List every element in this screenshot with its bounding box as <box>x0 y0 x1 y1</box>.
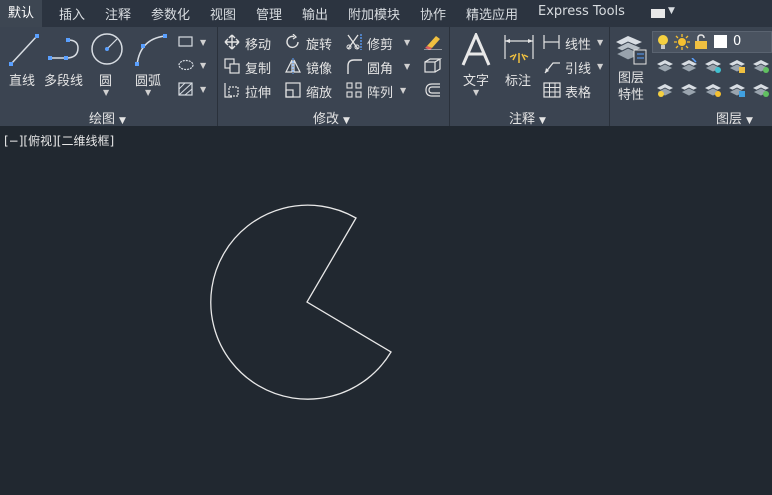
tab-parametric[interactable]: 参数化 <box>151 4 190 23</box>
dimension-icon[interactable] <box>502 33 536 67</box>
polyline-icon[interactable] <box>48 36 84 64</box>
text-button[interactable]: 文字 <box>463 70 489 89</box>
layers-panel-title[interactable]: 图层 ▼ <box>716 108 753 127</box>
drawing-canvas[interactable] <box>0 126 772 495</box>
ellipse-icon[interactable] <box>178 59 194 71</box>
tab-default[interactable]: 默认 <box>0 0 43 27</box>
layer-off-icon[interactable] <box>752 58 770 74</box>
text-dropdown-icon[interactable]: ▼ <box>473 88 479 97</box>
hatch-icon[interactable] <box>178 82 194 96</box>
ellipse-dropdown-icon[interactable]: ▼ <box>200 61 206 70</box>
layer-freeze-icon[interactable] <box>728 58 746 74</box>
arc-icon[interactable] <box>134 33 168 67</box>
line-button[interactable]: 直线 <box>9 70 35 89</box>
linear-dimension-icon <box>543 35 560 49</box>
array-button[interactable]: 阵列 <box>367 82 393 101</box>
drawn-sector-arc <box>210 204 392 400</box>
trim-dropdown-icon[interactable]: ▼ <box>404 38 410 47</box>
layer-thaw-icon[interactable] <box>680 82 698 98</box>
text-icon[interactable] <box>461 33 491 67</box>
modify-panel-title[interactable]: 修改 ▼ <box>313 108 350 127</box>
offset-icon[interactable] <box>424 82 442 98</box>
dimension-button[interactable]: 标注 <box>505 70 531 89</box>
array-dropdown-icon[interactable]: ▼ <box>400 86 406 95</box>
tab-addins[interactable]: 附加模块 <box>348 4 400 23</box>
layer-tool-icon[interactable] <box>656 58 674 74</box>
fillet-button[interactable]: 圆角 <box>367 58 393 77</box>
table-button[interactable]: 表格 <box>565 82 591 101</box>
unlock-icon[interactable] <box>694 34 708 50</box>
annotation-panel-title[interactable]: 注释 ▼ <box>509 108 546 127</box>
rectangle-icon[interactable] <box>178 36 194 48</box>
trim-icon <box>346 34 362 50</box>
leader-icon <box>544 62 560 74</box>
layer-dropdown[interactable] <box>652 31 772 53</box>
scale-button[interactable]: 缩放 <box>306 82 332 101</box>
line-icon[interactable] <box>8 32 40 68</box>
linear-dropdown-icon[interactable]: ▼ <box>597 38 603 47</box>
ribbon-tab-bar: 默认 插入 注释 参数化 视图 管理 输出 附加模块 协作 精选应用 Expre… <box>0 0 772 27</box>
stretch-button[interactable]: 拉伸 <box>245 82 271 101</box>
panel-divider <box>217 27 218 126</box>
fillet-dropdown-icon[interactable]: ▼ <box>404 62 410 71</box>
layer-color-swatch[interactable] <box>714 35 727 48</box>
hatch-dropdown-icon[interactable]: ▼ <box>200 85 206 94</box>
tab-collaborate[interactable]: 协作 <box>420 4 446 23</box>
layer-properties-button[interactable]: 图层特性 <box>618 70 648 104</box>
rotate-button[interactable]: 旋转 <box>306 34 332 53</box>
layer-lock-icon[interactable] <box>704 82 722 98</box>
arc-button[interactable]: 圆弧 <box>135 70 161 89</box>
tab-manage[interactable]: 管理 <box>256 4 282 23</box>
table-icon <box>543 82 561 98</box>
sun-icon[interactable] <box>674 34 690 50</box>
current-layer-name[interactable]: 0 <box>733 34 741 49</box>
tab-output[interactable]: 输出 <box>302 4 328 23</box>
tab-view[interactable]: 视图 <box>210 4 236 23</box>
layer-walk-icon[interactable] <box>752 82 770 98</box>
circle-dropdown-icon[interactable]: ▼ <box>103 88 109 97</box>
tab-insert[interactable]: 插入 <box>59 4 85 23</box>
arc-dropdown-icon[interactable]: ▼ <box>145 88 151 97</box>
rotate-icon <box>286 34 299 49</box>
mirror-icon <box>285 58 301 74</box>
move-icon <box>224 34 240 50</box>
panel-divider <box>449 27 450 126</box>
layer-on-icon[interactable] <box>656 82 674 98</box>
copy-button[interactable]: 复制 <box>245 58 271 77</box>
layer-match-icon[interactable] <box>680 58 698 74</box>
layer-isolate-icon[interactable] <box>704 58 722 74</box>
leader-dropdown-icon[interactable]: ▼ <box>597 62 603 71</box>
move-button[interactable]: 移动 <box>245 34 271 53</box>
explode-icon[interactable] <box>424 58 442 74</box>
copy-icon <box>224 58 240 74</box>
polyline-button[interactable]: 多段线 <box>44 70 83 89</box>
tab-featured-apps[interactable]: 精选应用 <box>466 4 518 23</box>
leader-button[interactable]: 引线 <box>565 58 591 77</box>
lightbulb-icon[interactable] <box>656 34 670 50</box>
linear-dimension-button[interactable]: 线性 <box>565 34 591 53</box>
rectangle-dropdown-icon[interactable]: ▼ <box>200 38 206 47</box>
stretch-icon <box>224 83 239 98</box>
tab-annotate[interactable]: 注释 <box>105 4 131 23</box>
trim-button[interactable]: 修剪 <box>367 34 393 53</box>
layer-unlock-icon[interactable] <box>728 82 746 98</box>
mirror-button[interactable]: 镜像 <box>306 58 332 77</box>
draw-panel-title[interactable]: 绘图 ▼ <box>89 108 126 127</box>
erase-icon[interactable] <box>424 34 442 50</box>
fillet-icon <box>347 59 362 74</box>
array-icon <box>346 82 362 98</box>
ribbon-options-chevron-icon[interactable]: ▼ <box>668 6 675 16</box>
ribbon-minimize-icon[interactable] <box>651 9 665 18</box>
panel-divider <box>609 27 610 126</box>
scale-icon <box>285 82 301 98</box>
layer-properties-icon[interactable] <box>614 32 648 66</box>
circle-button[interactable]: 圆 <box>99 70 112 89</box>
tab-express-tools[interactable]: Express Tools <box>538 4 625 19</box>
circle-icon[interactable] <box>90 32 124 66</box>
